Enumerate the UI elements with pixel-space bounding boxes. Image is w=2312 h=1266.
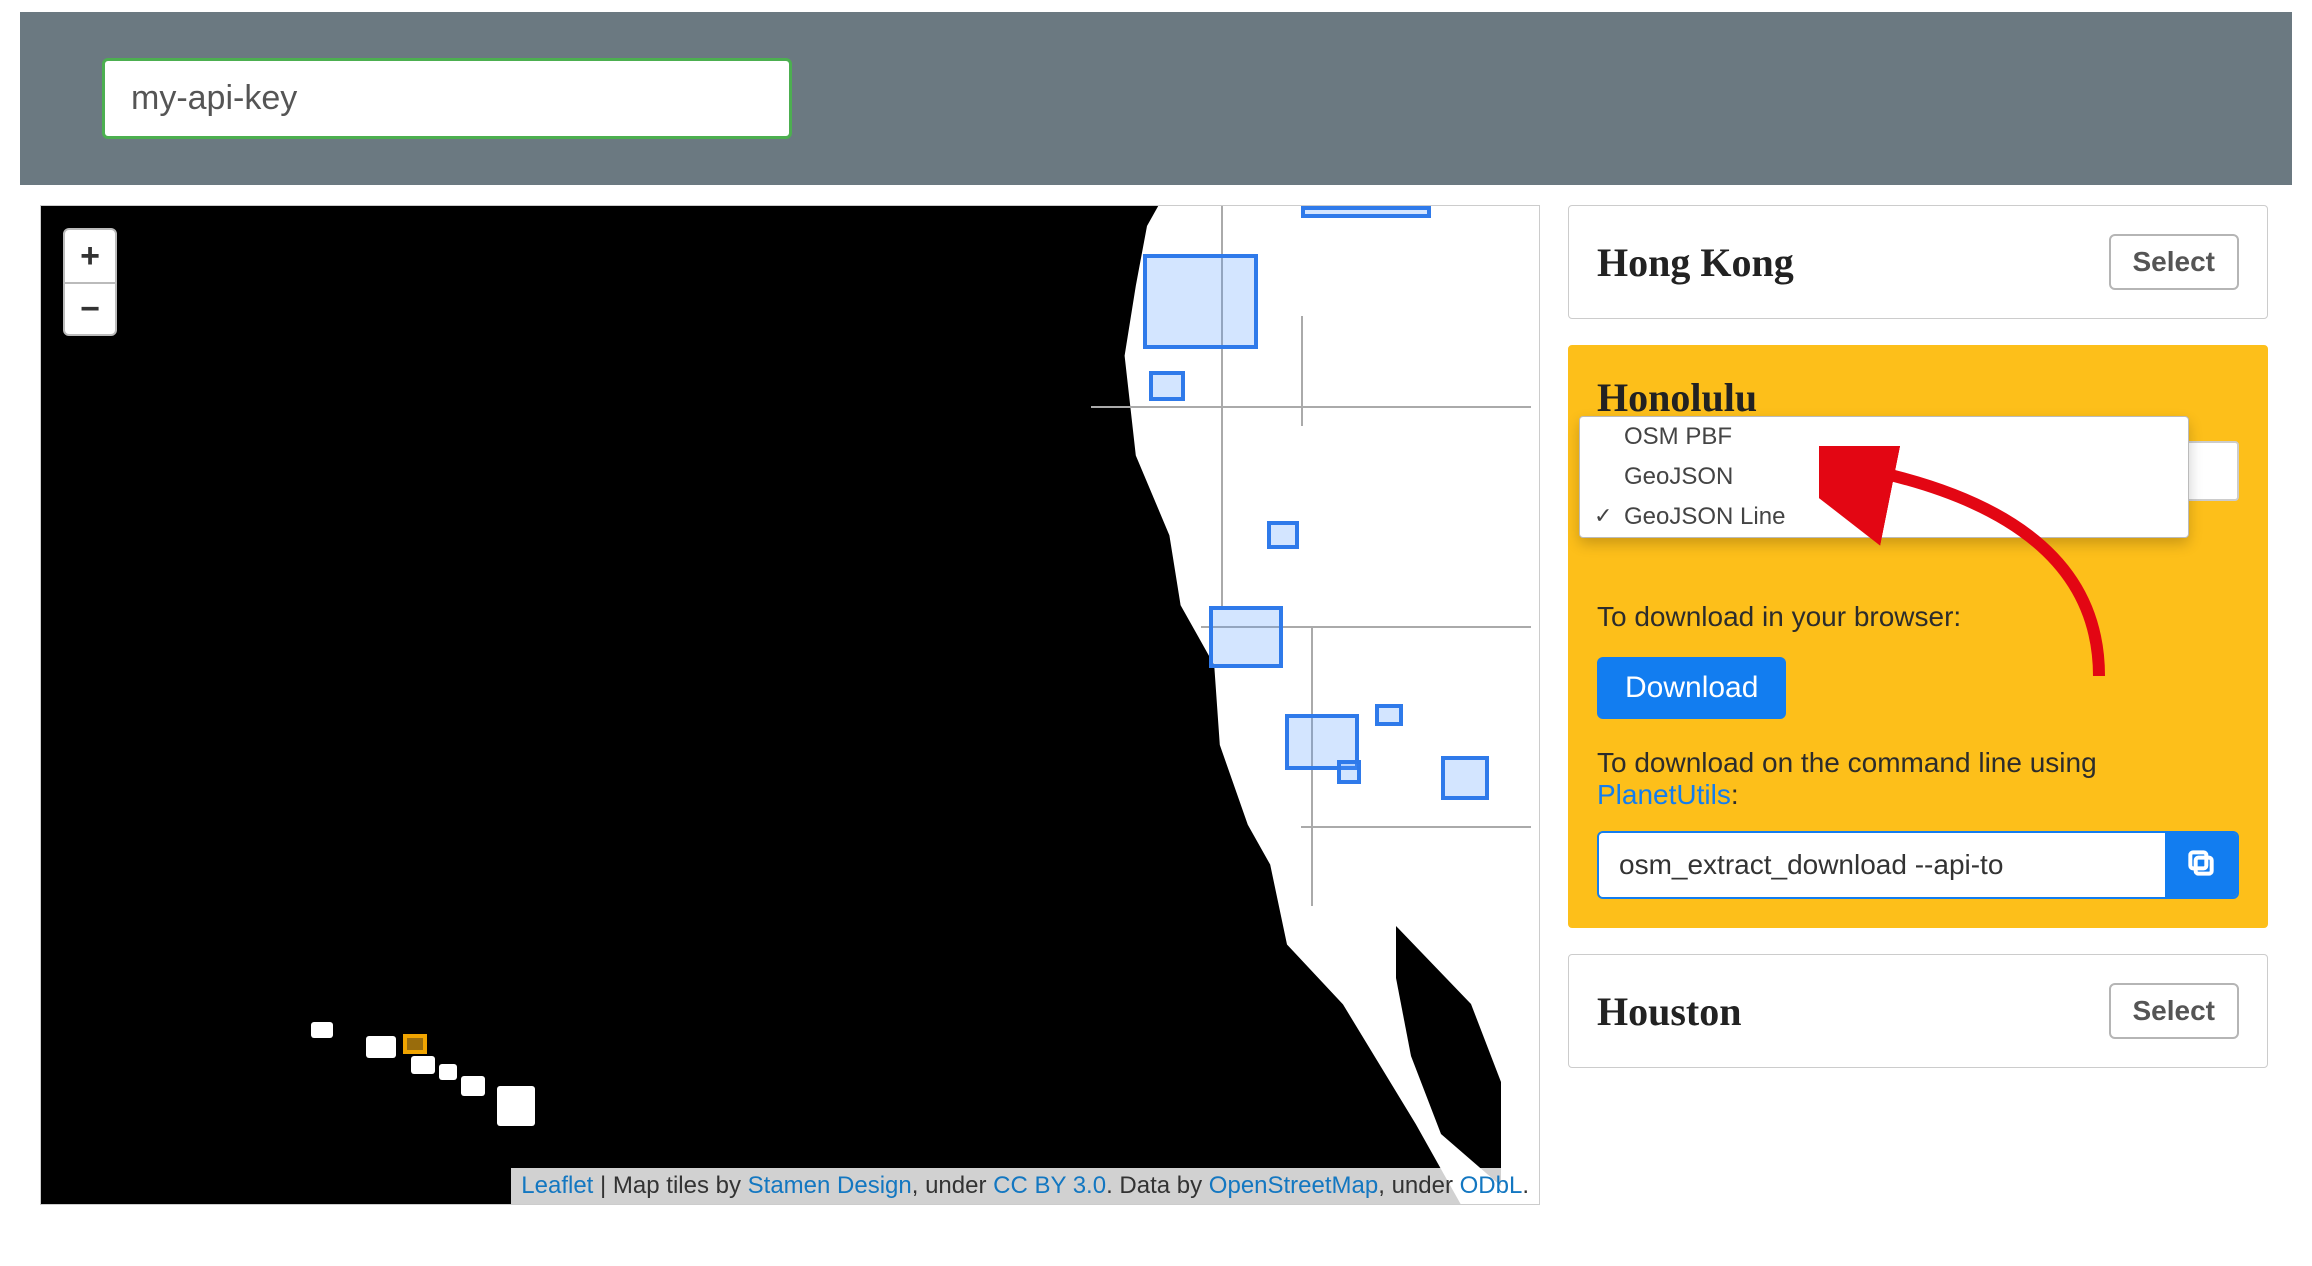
- copy-icon: [2185, 847, 2217, 884]
- stamen-link[interactable]: Stamen Design: [748, 1172, 912, 1199]
- format-option-geojson[interactable]: GeoJSON: [1580, 457, 2188, 497]
- extent-box[interactable]: [1441, 756, 1489, 800]
- cli-download-label: To download on the command line using Pl…: [1597, 747, 2239, 811]
- city-title: Hong Kong: [1597, 239, 1794, 286]
- extent-box[interactable]: [1267, 521, 1299, 549]
- planetutils-link[interactable]: PlanetUtils: [1597, 779, 1731, 810]
- cc-link[interactable]: CC BY 3.0: [993, 1172, 1106, 1199]
- extent-box[interactable]: [1209, 606, 1283, 668]
- map-attribution: Leaflet | Map tiles by Stamen Design, un…: [511, 1168, 1539, 1204]
- format-option-geojson-line[interactable]: GeoJSON Line: [1580, 497, 2188, 537]
- extent-box[interactable]: [1149, 371, 1185, 401]
- top-bar: [20, 12, 2292, 185]
- map[interactable]: + − Leaflet | Map tiles by Stamen Design…: [40, 205, 1540, 1205]
- zoom-out-button[interactable]: −: [65, 282, 115, 334]
- extent-box[interactable]: [1337, 760, 1361, 784]
- city-card-hong-kong: Hong Kong Select: [1568, 205, 2268, 319]
- command-input[interactable]: [1599, 833, 2165, 897]
- command-group: [1597, 831, 2239, 899]
- select-button[interactable]: Select: [2109, 234, 2240, 290]
- zoom-controls: + −: [63, 228, 117, 336]
- osm-link[interactable]: OpenStreetMap: [1209, 1172, 1378, 1199]
- city-card-houston: Houston Select: [1568, 954, 2268, 1068]
- extent-box[interactable]: [1301, 206, 1431, 218]
- city-title: Honolulu: [1597, 374, 2239, 421]
- extent-box[interactable]: [1143, 254, 1258, 349]
- zoom-in-button[interactable]: +: [65, 230, 115, 282]
- odbl-link[interactable]: ODbL: [1460, 1172, 1523, 1199]
- leaflet-link[interactable]: Leaflet: [521, 1172, 593, 1199]
- download-button[interactable]: Download: [1597, 657, 1786, 719]
- city-card-honolulu: Honolulu OSM PBF GeoJSON GeoJSON Line To…: [1568, 345, 2268, 928]
- copy-button[interactable]: [2165, 833, 2237, 897]
- format-option-osm-pbf[interactable]: OSM PBF: [1580, 417, 2188, 457]
- select-button[interactable]: Select: [2109, 983, 2240, 1039]
- browser-download-label: To download in your browser:: [1597, 601, 2239, 633]
- extent-box-selected[interactable]: [403, 1034, 427, 1054]
- format-dropdown: OSM PBF GeoJSON GeoJSON Line: [1579, 416, 2189, 538]
- api-key-input[interactable]: [102, 58, 792, 139]
- side-panel: Hong Kong Select Honolulu OSM PBF GeoJSO…: [1540, 205, 2272, 1215]
- extent-box[interactable]: [1375, 704, 1403, 726]
- city-title: Houston: [1597, 988, 1742, 1035]
